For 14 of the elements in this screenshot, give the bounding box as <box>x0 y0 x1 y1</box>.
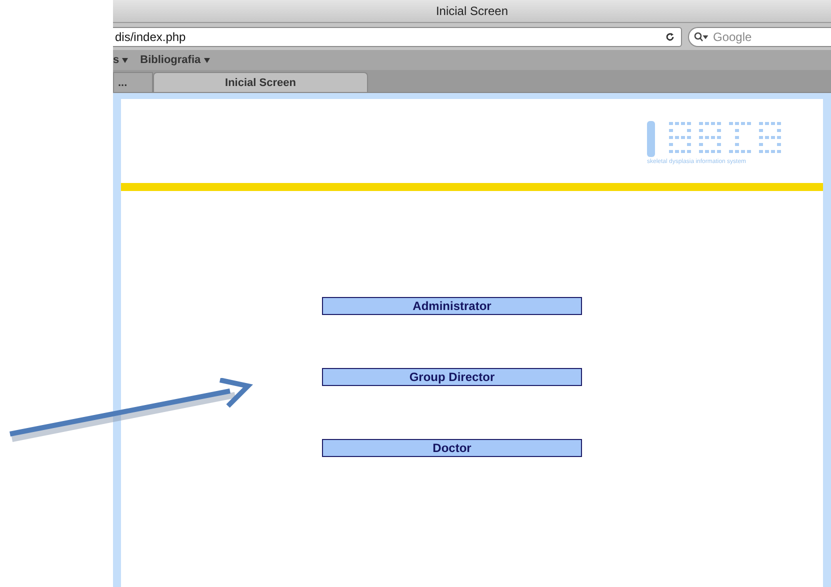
browser-tab[interactable]: ... <box>113 72 153 92</box>
role-button[interactable]: Administrator <box>322 297 582 315</box>
address-field[interactable]: dis/index.php <box>113 26 682 46</box>
bookmark-menu[interactable]: Bibliografia <box>140 54 201 66</box>
role-button[interactable]: Group Director <box>322 368 582 386</box>
reload-icon[interactable] <box>665 32 675 42</box>
caret-icon[interactable] <box>204 58 210 62</box>
bookmark-menu[interactable]: s <box>113 54 120 66</box>
window-title: Inicial Screen <box>113 0 831 23</box>
browser-tab[interactable]: Inicial Screen <box>153 72 368 92</box>
search-field[interactable]: Google <box>688 26 831 46</box>
role-button[interactable]: Doctor <box>322 439 582 457</box>
url-text: dis/index.php <box>115 30 186 44</box>
caret-icon[interactable] <box>122 58 128 62</box>
